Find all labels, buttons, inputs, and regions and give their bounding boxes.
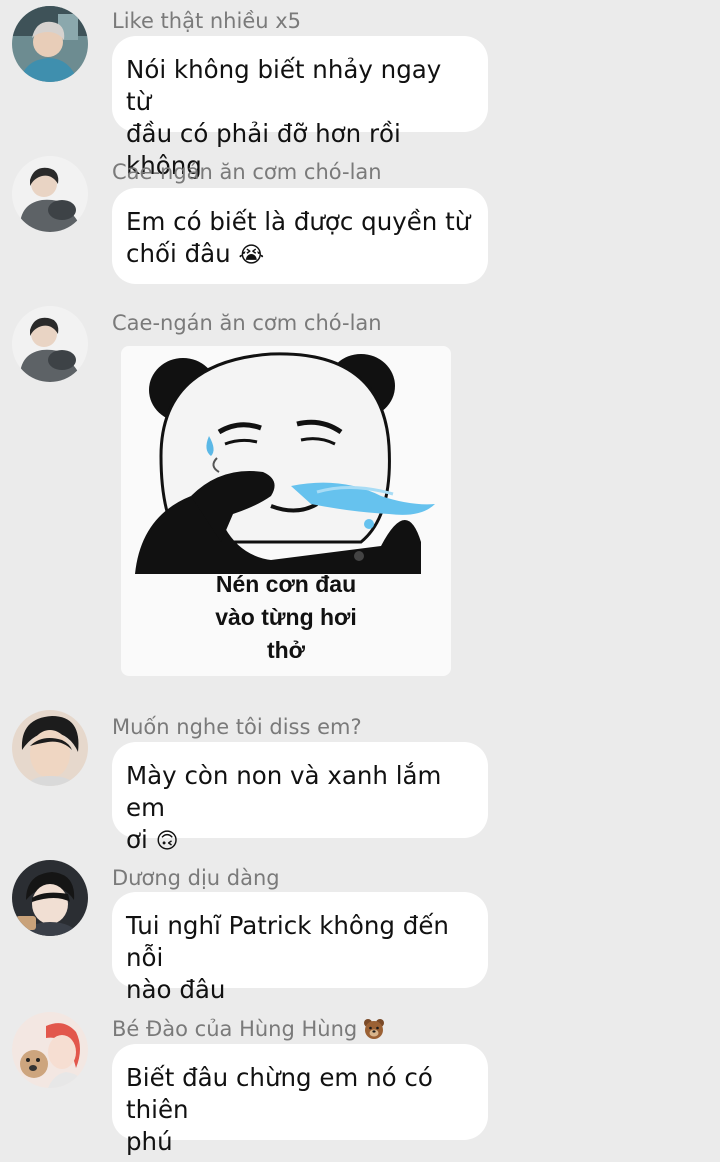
sender-name: Like thật nhiều x5 (112, 9, 302, 33)
user-avatar[interactable] (12, 710, 88, 786)
message-line: chối đâu (126, 239, 231, 268)
upside-down-face-icon: 🙃 (155, 829, 179, 854)
user-avatar[interactable] (12, 6, 88, 82)
message-bubble[interactable]: Mày còn non và xanh lắm em ơi 🙃 (112, 742, 488, 854)
user-avatar[interactable] (12, 306, 88, 382)
message-line: Em có biết là được quyền từ (126, 207, 471, 236)
message-bubble[interactable]: Tui nghĩ Patrick không đến nỗi nào đâu (112, 892, 488, 1004)
sticker-image[interactable]: Nén cơn đau vào từng hơi thở (121, 346, 451, 676)
sender-name: Bé Đào của Hùng Hùng (112, 1016, 385, 1042)
message-bubble[interactable]: Em có biết là được quyền từ chối đâu 😭 (112, 188, 488, 284)
sticker-caption-line: thở (266, 637, 306, 663)
loudly-crying-face-icon: 😭 (238, 243, 265, 268)
sticker-caption-line: vào từng hơi (215, 604, 357, 630)
message-line: Biết đâu chừng em nó có thiên (126, 1063, 433, 1124)
message-line: Tui nghĩ Patrick không đến nỗi (126, 911, 449, 972)
user-avatar[interactable] (12, 1012, 88, 1088)
sticker-caption: Nén cơn đau vào từng hơi thở (121, 568, 451, 667)
message-line: Mày còn non và xanh lắm em (126, 761, 442, 822)
message-line: Nói không biết nhảy ngay từ (126, 55, 442, 116)
user-avatar[interactable] (12, 156, 88, 232)
bear-face-icon (364, 1019, 385, 1039)
sender-name: Cae-ngán ăn cơm chó-lan (112, 311, 382, 335)
user-avatar[interactable] (12, 860, 88, 936)
sender-name-text: Bé Đào của Hùng Hùng (112, 1017, 358, 1041)
sender-name: Cae-ngán ăn cơm chó-lan (112, 160, 382, 184)
message-bubble[interactable]: Biết đâu chừng em nó có thiên phú (112, 1044, 488, 1156)
message-bubble[interactable]: Nói không biết nhảy ngay từ đầu có phải … (112, 36, 488, 180)
message-line: nào đâu (126, 975, 226, 1004)
message-line: phú (126, 1127, 173, 1156)
sender-name: Dương dịu dàng (112, 866, 280, 890)
sender-name: Muốn nghe tôi diss em? (112, 715, 362, 739)
sticker-caption-line: Nén cơn đau (215, 571, 357, 597)
message-line: ơi (126, 825, 148, 854)
